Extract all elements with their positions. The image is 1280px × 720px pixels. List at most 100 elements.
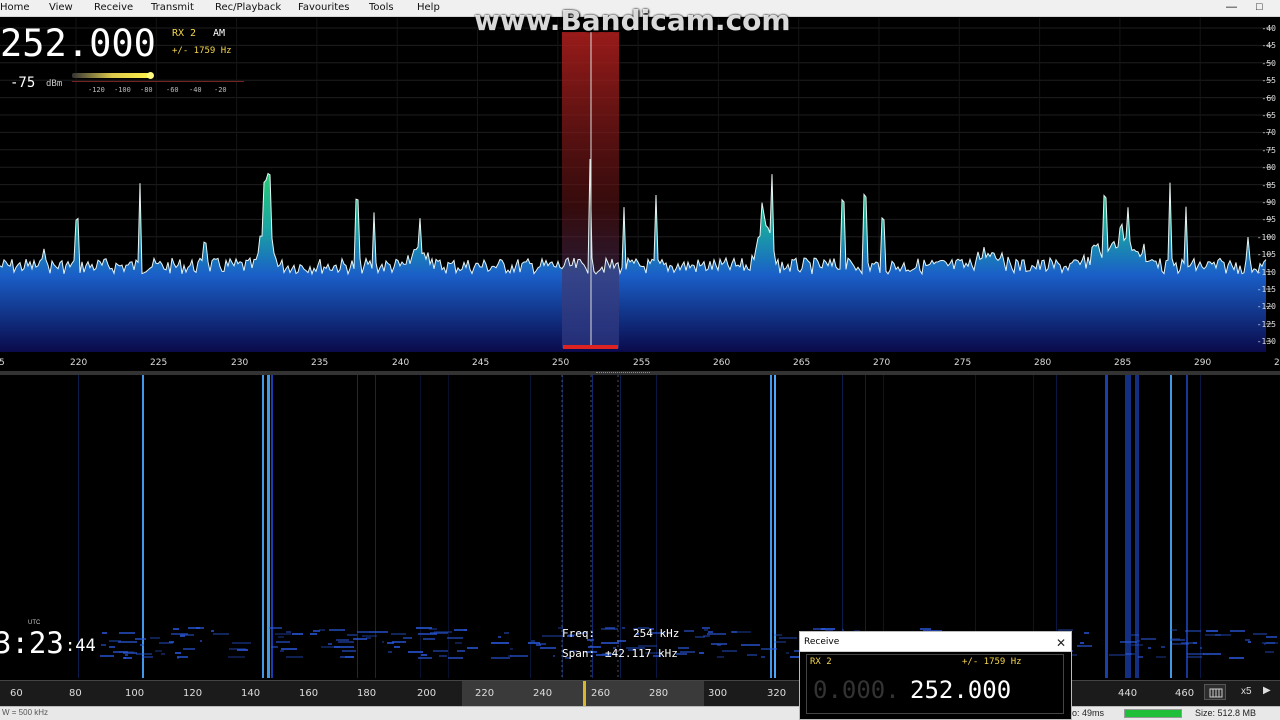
db-label: -100	[1256, 232, 1276, 242]
band-scale-label: 120	[183, 688, 203, 699]
divider-grip[interactable]	[596, 372, 650, 374]
filter-bottom-marker	[563, 345, 618, 349]
cursor-span-label: Span:	[562, 647, 596, 660]
close-icon[interactable]: ✕	[1056, 636, 1066, 650]
db-label: -75	[1261, 145, 1276, 155]
frequency-label: 260	[713, 358, 731, 368]
band-scale-label: 80	[69, 688, 82, 699]
zoom-icon[interactable]	[1204, 684, 1226, 700]
db-label: -45	[1261, 41, 1276, 51]
spectrum-trace	[0, 158, 1267, 276]
status-file-size: Size: 512.8 MB	[1195, 708, 1257, 718]
frequency-label: 220	[70, 358, 88, 368]
band-scale-label: 200	[417, 688, 437, 699]
frequency-label: 265	[793, 358, 811, 368]
db-label: -105	[1256, 250, 1276, 260]
db-label: -110	[1256, 267, 1276, 277]
receive-panel-title: Receive	[804, 637, 840, 647]
db-label: -50	[1261, 58, 1276, 68]
band-scale-label: 240	[533, 688, 553, 699]
signal-unit: dBm	[46, 79, 63, 89]
band-scale-label: 60	[10, 688, 23, 699]
frequency-label: 230	[231, 358, 249, 368]
menu-tools[interactable]: Tools	[369, 2, 394, 13]
s-meter-peak	[147, 72, 154, 79]
band-scale-label: 220	[475, 688, 495, 699]
db-label: -70	[1261, 128, 1276, 138]
band-scale-label: 300	[708, 688, 728, 699]
frequency-label: 250	[552, 358, 570, 368]
db-label: -130	[1256, 337, 1276, 347]
s-meter-tick: -60	[166, 86, 179, 94]
s-meter-tick: -100	[114, 86, 131, 94]
s-meter-tick: -120	[88, 86, 105, 94]
s-meter-tick: -80	[140, 86, 153, 94]
zoom-level[interactable]: x5	[1241, 686, 1252, 697]
menu-rec-playback[interactable]: Rec/Playback	[215, 2, 281, 13]
db-label: -90	[1261, 198, 1276, 207]
frequency-label: 285	[1114, 358, 1132, 368]
frequency-label: 290	[1194, 358, 1212, 368]
clock-time: 3:23	[0, 626, 64, 660]
frequency-label: 255	[633, 358, 651, 368]
db-label: -55	[1261, 76, 1276, 86]
window-controls: — □	[1220, 0, 1280, 17]
bandwidth-label: +/- 1759 Hz	[172, 46, 232, 56]
receive-panel-rx: RX 2	[810, 657, 832, 667]
receive-panel-unused-digits: 0.000.	[813, 676, 900, 704]
db-label: -95	[1261, 215, 1276, 225]
band-tuning-marker[interactable]	[583, 681, 586, 706]
db-label: -40	[1261, 24, 1276, 33]
vfo-frequency[interactable]: 252.000	[0, 22, 156, 65]
signal-level: -75	[10, 75, 36, 91]
db-label: -65	[1261, 111, 1276, 120]
band-scale-label: 100	[125, 688, 145, 699]
band-scale-label: 260	[591, 688, 611, 699]
band-scale-label: 280	[649, 688, 669, 699]
frequency-label: 225	[150, 358, 168, 368]
status-audio-latency: io: 49ms	[1070, 708, 1105, 718]
minimize-icon[interactable]: —	[1226, 1, 1237, 13]
recording-watermark: www.Bandicam.com	[474, 4, 791, 37]
cursor-span-value: ±42.117 kHz	[605, 647, 678, 660]
menu-transmit[interactable]: Transmit	[151, 2, 194, 13]
db-label: -85	[1261, 180, 1276, 190]
spectrum-fill	[0, 159, 1266, 352]
db-label: -80	[1261, 163, 1276, 173]
frequency-label: 275	[954, 358, 972, 368]
db-label: -115	[1256, 285, 1276, 294]
band-scale-label: 320	[767, 688, 787, 699]
scroll-right-icon[interactable]: ▶	[1263, 685, 1271, 696]
menu-favourites[interactable]: Favourites	[298, 2, 350, 13]
band-scale-label: 460	[1175, 688, 1195, 699]
s-meter-scale-line	[72, 81, 244, 82]
spectrum-display[interactable]	[0, 18, 1280, 356]
db-label: -120	[1256, 302, 1276, 312]
s-meter-bar	[72, 73, 152, 78]
buffer-meter-fill	[1125, 710, 1181, 717]
restore-icon[interactable]: □	[1256, 1, 1263, 13]
receive-panel-frequency[interactable]: 252.000	[910, 676, 1011, 704]
menu-view[interactable]: View	[49, 2, 73, 13]
frequency-label: 245	[472, 358, 490, 368]
menu-help[interactable]: Help	[417, 2, 440, 13]
mode-label[interactable]: AM	[213, 28, 225, 39]
clock-seconds: :44	[65, 636, 96, 656]
spectrum-graph[interactable]	[0, 18, 1280, 356]
cursor-freq-value: 254 kHz	[633, 627, 680, 640]
receive-panel-bandwidth: +/- 1759 Hz	[962, 657, 1022, 667]
frequency-label: 235	[311, 358, 329, 368]
menu-receive[interactable]: Receive	[94, 2, 133, 13]
s-meter-tick: -20	[214, 86, 227, 94]
menu-home[interactable]: Home	[0, 2, 30, 13]
frequency-label: 280	[1034, 358, 1052, 368]
frequency-label: 2	[1274, 358, 1280, 368]
band-scale-label: 160	[299, 688, 319, 699]
db-label: -60	[1261, 93, 1276, 103]
receive-panel-titlebar[interactable]	[800, 632, 1071, 652]
band-scale-label: 140	[241, 688, 261, 699]
receiver-label: RX 2	[172, 28, 197, 39]
cursor-freq-label: Freq:	[562, 627, 596, 640]
s-meter-tick: -40	[189, 86, 202, 94]
frequency-label: 5	[0, 358, 5, 368]
